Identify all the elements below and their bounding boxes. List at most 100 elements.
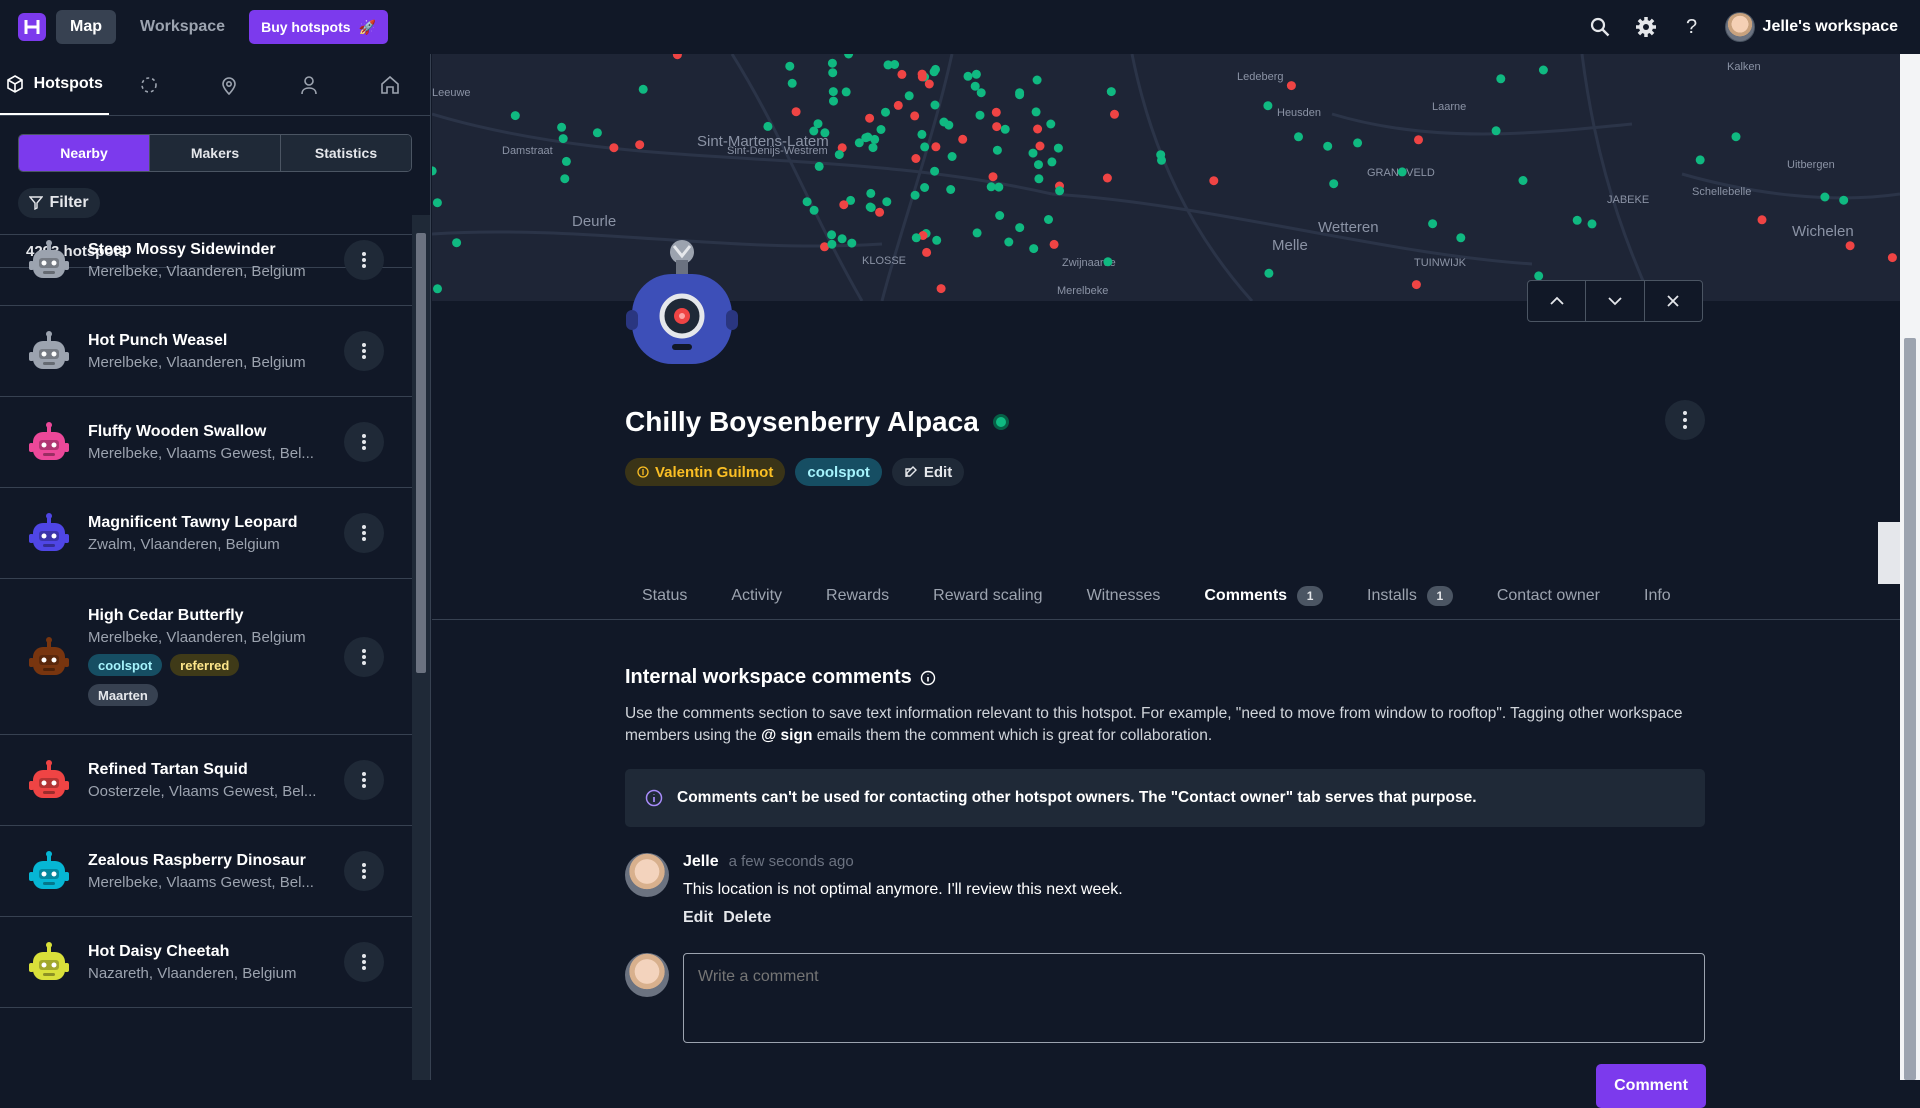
map-hotspot-marker[interactable] [835, 150, 844, 159]
map-hotspot-marker[interactable] [828, 68, 837, 77]
map-hotspot-marker[interactable] [1588, 219, 1597, 228]
map-hotspot-marker[interactable] [964, 72, 973, 81]
map-hotspot-marker[interactable] [877, 125, 886, 134]
hotspot-item-options-button[interactable] [344, 942, 384, 982]
map-hotspot-marker[interactable] [1758, 215, 1767, 224]
tab-hotspots[interactable]: Hotspots [0, 54, 109, 115]
map-hotspot-marker[interactable] [1428, 219, 1437, 228]
map-hotspot-marker[interactable] [433, 284, 442, 293]
tab-home[interactable] [350, 54, 430, 115]
map-hotspot-marker[interactable] [922, 248, 931, 257]
map-hotspot-marker[interactable] [562, 157, 571, 166]
comment-delete-link[interactable]: Delete [723, 909, 771, 927]
tab-reward-scaling[interactable]: Reward scaling [911, 572, 1064, 620]
map-hotspot-marker[interactable] [866, 203, 875, 212]
helium-logo-icon[interactable] [18, 13, 46, 41]
map-hotspot-marker[interactable] [932, 236, 941, 245]
map-hotspot-marker[interactable] [1044, 215, 1053, 224]
map-hotspot-marker[interactable] [976, 111, 985, 120]
map-hotspot-marker[interactable] [560, 174, 569, 183]
tab-owners[interactable] [269, 54, 349, 115]
tab-activity[interactable]: Activity [709, 572, 804, 620]
map-hotspot-marker[interactable] [1398, 167, 1407, 176]
map-hotspot-marker[interactable] [995, 211, 1004, 220]
buy-hotspots-button[interactable]: Buy hotspots 🚀 [249, 10, 388, 44]
map-hotspot-marker[interactable] [1103, 257, 1112, 266]
map-hotspot-marker[interactable] [1519, 176, 1528, 185]
map-hotspot-marker[interactable] [1263, 101, 1272, 110]
map-hotspot-marker[interactable] [1492, 126, 1501, 135]
map-hotspot-marker[interactable] [763, 122, 772, 131]
comment-submit-button[interactable]: Comment [1596, 1064, 1706, 1108]
map-hotspot-marker[interactable] [918, 70, 927, 79]
map-hotspot-marker[interactable] [939, 118, 948, 127]
map-hotspot-marker[interactable] [1046, 120, 1055, 129]
hotspot-list-item[interactable]: Zealous Raspberry DinosaurMerelbeke, Vla… [0, 826, 412, 917]
comment-input[interactable] [683, 953, 1705, 1043]
page-scrollbar[interactable] [1900, 54, 1920, 1080]
map-hotspot-marker[interactable] [890, 60, 899, 69]
chevron-up-icon[interactable] [1528, 281, 1586, 321]
map-hotspot-marker[interactable] [1456, 233, 1465, 242]
hotspot-list-item[interactable]: Fluffy Wooden SwallowMerelbeke, Vlaams G… [0, 397, 412, 488]
map-hotspot-marker[interactable] [881, 108, 890, 117]
map-hotspot-marker[interactable] [809, 127, 818, 136]
hotspot-options-button[interactable] [1665, 400, 1705, 440]
map-hotspot-marker[interactable] [1107, 87, 1116, 96]
hotspot-tag[interactable]: Maarten [88, 684, 158, 706]
map-hotspot-marker[interactable] [925, 80, 934, 89]
map-hotspot-marker[interactable] [948, 152, 957, 161]
map-hotspot-marker[interactable] [989, 172, 998, 181]
map-hotspot-marker[interactable] [792, 107, 801, 116]
page-scrollbar-thumb[interactable] [1904, 338, 1916, 1080]
gear-icon[interactable] [1633, 14, 1659, 40]
map-hotspot-marker[interactable] [1264, 269, 1273, 278]
map-hotspot-marker[interactable] [894, 101, 903, 110]
tab-witnesses[interactable]: Witnesses [1065, 572, 1183, 620]
map-hotspot-marker[interactable] [815, 162, 824, 171]
map-hotspot-marker[interactable] [1820, 193, 1829, 202]
map-hotspot-marker[interactable] [1110, 110, 1119, 119]
map-hotspot-marker[interactable] [937, 284, 946, 293]
map-hotspot-marker[interactable] [511, 111, 520, 120]
map-hotspot-marker[interactable] [1034, 174, 1043, 183]
map-hotspot-marker[interactable] [1412, 280, 1421, 289]
tab-contact-owner[interactable]: Contact owner [1475, 572, 1622, 620]
map-hotspot-marker[interactable] [931, 142, 940, 151]
info-icon[interactable] [920, 670, 936, 686]
hotspot-list-item[interactable]: High Cedar ButterflyMerelbeke, Vlaandere… [0, 579, 412, 735]
map-hotspot-marker[interactable] [828, 59, 837, 68]
hotspot-list-item[interactable]: Refined Tartan SquidOosterzele, Vlaams G… [0, 735, 412, 826]
tab-loading[interactable] [109, 54, 189, 115]
map-hotspot-marker[interactable] [829, 87, 838, 96]
hotspot-item-options-button[interactable] [344, 513, 384, 553]
tab-rewards[interactable]: Rewards [804, 572, 911, 620]
map-hotspot-marker[interactable] [1888, 253, 1897, 262]
hotspot-tag[interactable]: coolspot [88, 654, 162, 676]
map-hotspot-marker[interactable] [1029, 244, 1038, 253]
map-hotspot-marker[interactable] [1696, 155, 1705, 164]
owner-chip[interactable]: Valentin Guilmot [625, 458, 785, 486]
map-hotspot-marker[interactable] [911, 154, 920, 163]
hotspot-list-item[interactable]: Hot Punch WeaselMerelbeke, Vlaanderen, B… [0, 306, 412, 397]
map-hotspot-marker[interactable] [559, 134, 568, 143]
map-hotspot-marker[interactable] [930, 167, 939, 176]
map-hotspot-marker[interactable] [847, 239, 856, 248]
map-hotspot-marker[interactable] [1034, 160, 1043, 169]
map-hotspot-marker[interactable] [1103, 174, 1112, 183]
map-hotspot-marker[interactable] [1496, 74, 1505, 83]
map-hotspot-marker[interactable] [1287, 81, 1296, 90]
map-hotspot-marker[interactable] [788, 79, 797, 88]
map-hotspot-marker[interactable] [863, 133, 872, 142]
map-hotspot-marker[interactable] [844, 54, 853, 59]
workspace-menu[interactable]: Jelle's workspace [1725, 12, 1898, 42]
nav-workspace[interactable]: Workspace [126, 10, 239, 44]
map-hotspot-marker[interactable] [785, 62, 794, 71]
comment-edit-link[interactable]: Edit [683, 909, 713, 927]
map-hotspot-marker[interactable] [869, 143, 878, 152]
chevron-down-icon[interactable] [1586, 281, 1644, 321]
segment-makers[interactable]: Makers [150, 135, 281, 171]
map-hotspot-marker[interactable] [1732, 132, 1741, 141]
edit-tags-button[interactable]: Edit [892, 458, 964, 486]
tab-comments[interactable]: Comments1 [1182, 572, 1345, 620]
